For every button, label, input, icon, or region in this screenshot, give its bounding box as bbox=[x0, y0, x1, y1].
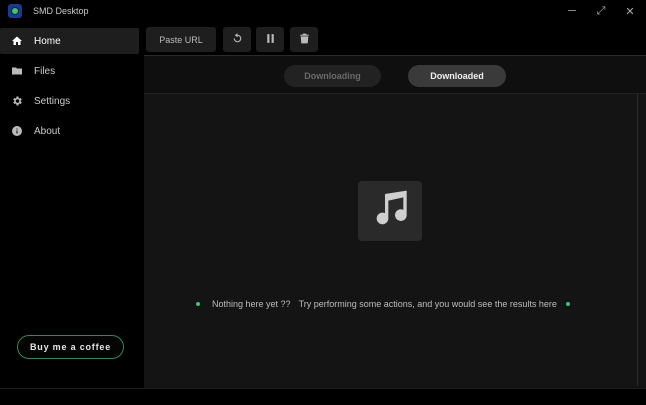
paste-url-button[interactable]: Paste URL bbox=[146, 27, 216, 52]
pause-icon bbox=[264, 32, 277, 47]
gear-icon bbox=[0, 95, 34, 107]
empty-state-text: Try performing some actions, and you wou… bbox=[298, 299, 557, 309]
maximize-icon[interactable]: ⤢ bbox=[592, 3, 610, 19]
refresh-icon bbox=[231, 32, 244, 47]
minimize-icon[interactable]: ─ bbox=[563, 3, 581, 19]
sidebar-item-label: Home bbox=[34, 35, 61, 47]
tab-downloaded[interactable]: Downloaded bbox=[408, 65, 506, 87]
clear-button[interactable] bbox=[290, 27, 318, 52]
status-dot-icon bbox=[565, 302, 570, 306]
refresh-button[interactable] bbox=[223, 27, 251, 52]
scrollbar-track[interactable] bbox=[637, 94, 638, 386]
music-note-icon bbox=[370, 189, 410, 234]
sidebar-item-files[interactable]: Files bbox=[0, 58, 139, 84]
pause-button[interactable] bbox=[256, 27, 284, 52]
status-dot-icon bbox=[196, 302, 200, 306]
status-bar bbox=[0, 388, 646, 405]
trash-icon bbox=[298, 32, 311, 47]
sidebar-item-home[interactable]: Home bbox=[0, 28, 139, 54]
tab-bar: Downloading Downloaded bbox=[144, 56, 646, 94]
buy-me-a-coffee-button[interactable]: Buy me a coffee bbox=[17, 335, 124, 359]
sidebar-item-label: Settings bbox=[34, 95, 71, 107]
window-title: SMD Desktop bbox=[33, 6, 89, 16]
sidebar: Home Files Settings About Buy me a coffe… bbox=[0, 24, 143, 388]
empty-state-message: Nothing here yet ?? Try performing some … bbox=[196, 297, 570, 311]
app-logo-icon bbox=[8, 4, 22, 18]
sidebar-item-settings[interactable]: Settings bbox=[0, 88, 139, 114]
title-bar: SMD Desktop ─ ⤢ ✕ bbox=[0, 0, 646, 24]
empty-state-tile bbox=[358, 181, 422, 241]
folder-icon bbox=[0, 65, 34, 77]
tab-downloading[interactable]: Downloading bbox=[284, 65, 381, 87]
sidebar-item-label: Files bbox=[34, 65, 56, 77]
close-icon[interactable]: ✕ bbox=[621, 3, 639, 19]
sidebar-item-label: About bbox=[34, 125, 61, 137]
info-icon bbox=[0, 125, 34, 137]
empty-state-title: Nothing here yet ?? bbox=[212, 299, 291, 309]
sidebar-item-about[interactable]: About bbox=[0, 118, 139, 144]
home-icon bbox=[0, 35, 34, 47]
